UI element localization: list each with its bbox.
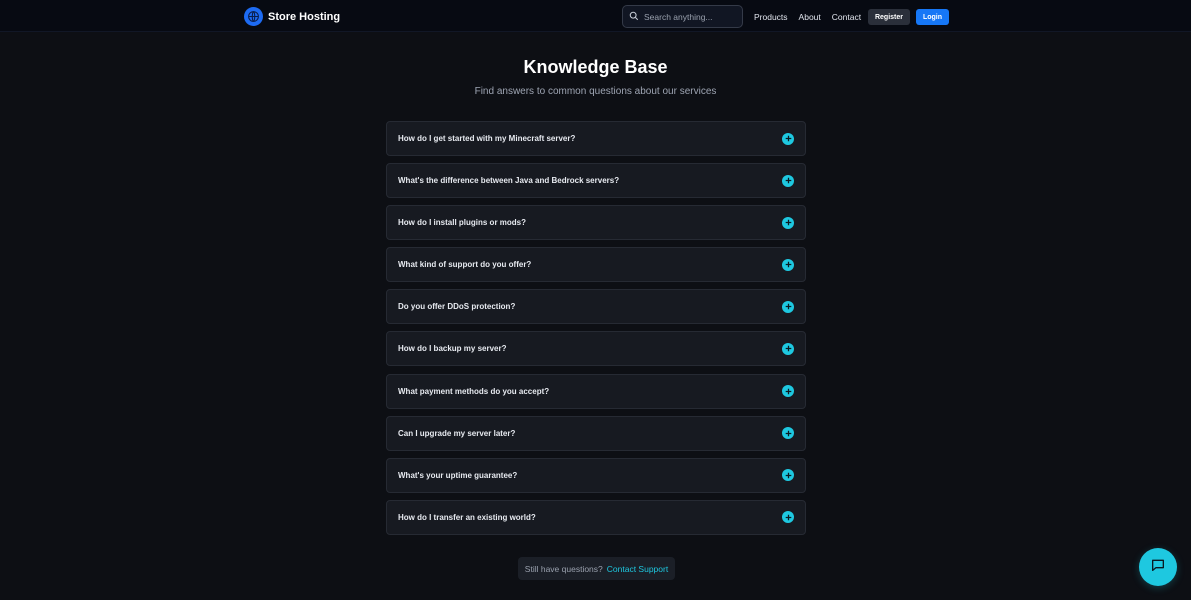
faq-question: What kind of support do you offer? [398,260,532,270]
faq-question: How do I transfer an existing world? [398,512,536,522]
globe-icon [244,7,263,26]
register-button[interactable]: Register [868,9,910,25]
plus-icon[interactable] [782,132,794,145]
faq-question: What's the difference between Java and B… [398,176,620,186]
search-icon [629,8,639,26]
login-button[interactable]: Login [916,9,949,25]
faq-question: Do you offer DDoS protection? [398,302,516,312]
faq-item[interactable]: Do you offer DDoS protection? [386,289,806,325]
faq-item[interactable]: What's the difference between Java and B… [386,163,806,199]
faq-list: How do I get started with my Minecraft s… [386,121,806,542]
plus-icon[interactable] [782,300,794,313]
brand-name: Store Hosting [268,10,341,23]
faq-question: How do I get started with my Minecraft s… [398,134,576,143]
search-box[interactable] [622,5,743,28]
page-title: Knowledge Base [523,57,668,77]
plus-icon[interactable] [782,258,794,271]
nav-products-link[interactable]: Products [754,12,788,22]
faq-question: How do I install plugins or mods? [398,218,526,228]
chat-icon [1150,557,1166,578]
plus-icon[interactable] [782,216,794,229]
nav-links: Products About Contact [754,12,861,22]
faq-item[interactable]: What payment methods do you accept? [386,373,806,409]
plus-icon[interactable] [782,511,794,524]
plus-icon[interactable] [782,385,794,398]
chat-button[interactable] [1139,548,1177,586]
faq-question: Can I upgrade my server later? [398,428,516,438]
contact-support-link[interactable]: Contact Support [607,564,668,574]
page-subtitle: Find answers to common questions about o… [474,86,717,97]
faq-item[interactable]: What's your uptime guarantee? [386,457,806,493]
faq-item[interactable]: What kind of support do you offer? [386,247,806,283]
faq-item[interactable]: How do I install plugins or mods? [386,205,806,241]
faq-item[interactable]: Can I upgrade my server later? [386,415,806,451]
search-input[interactable] [644,11,734,22]
faq-item[interactable]: How do I transfer an existing world? [386,499,806,535]
faq-item[interactable]: How do I backup my server? [386,331,806,367]
plus-icon[interactable] [782,342,794,355]
nav-about-link[interactable]: About [799,12,821,22]
faq-question: What's your uptime guarantee? [398,470,518,480]
plus-icon[interactable] [782,174,794,187]
top-navbar: Store Hosting Products About Contact Reg… [0,0,1191,32]
faq-item[interactable]: How do I get started with my Minecraft s… [386,121,806,156]
brand-logo-link[interactable]: Store Hosting [244,7,340,26]
support-prompt: Still have questions? Contact Support [518,557,675,580]
nav-contact-link[interactable]: Contact [832,12,861,22]
plus-icon[interactable] [782,427,794,440]
support-prompt-text: Still have questions? [524,563,603,574]
faq-question: What payment methods do you accept? [398,386,550,396]
plus-icon[interactable] [782,469,794,482]
faq-question: How do I backup my server? [398,344,507,354]
